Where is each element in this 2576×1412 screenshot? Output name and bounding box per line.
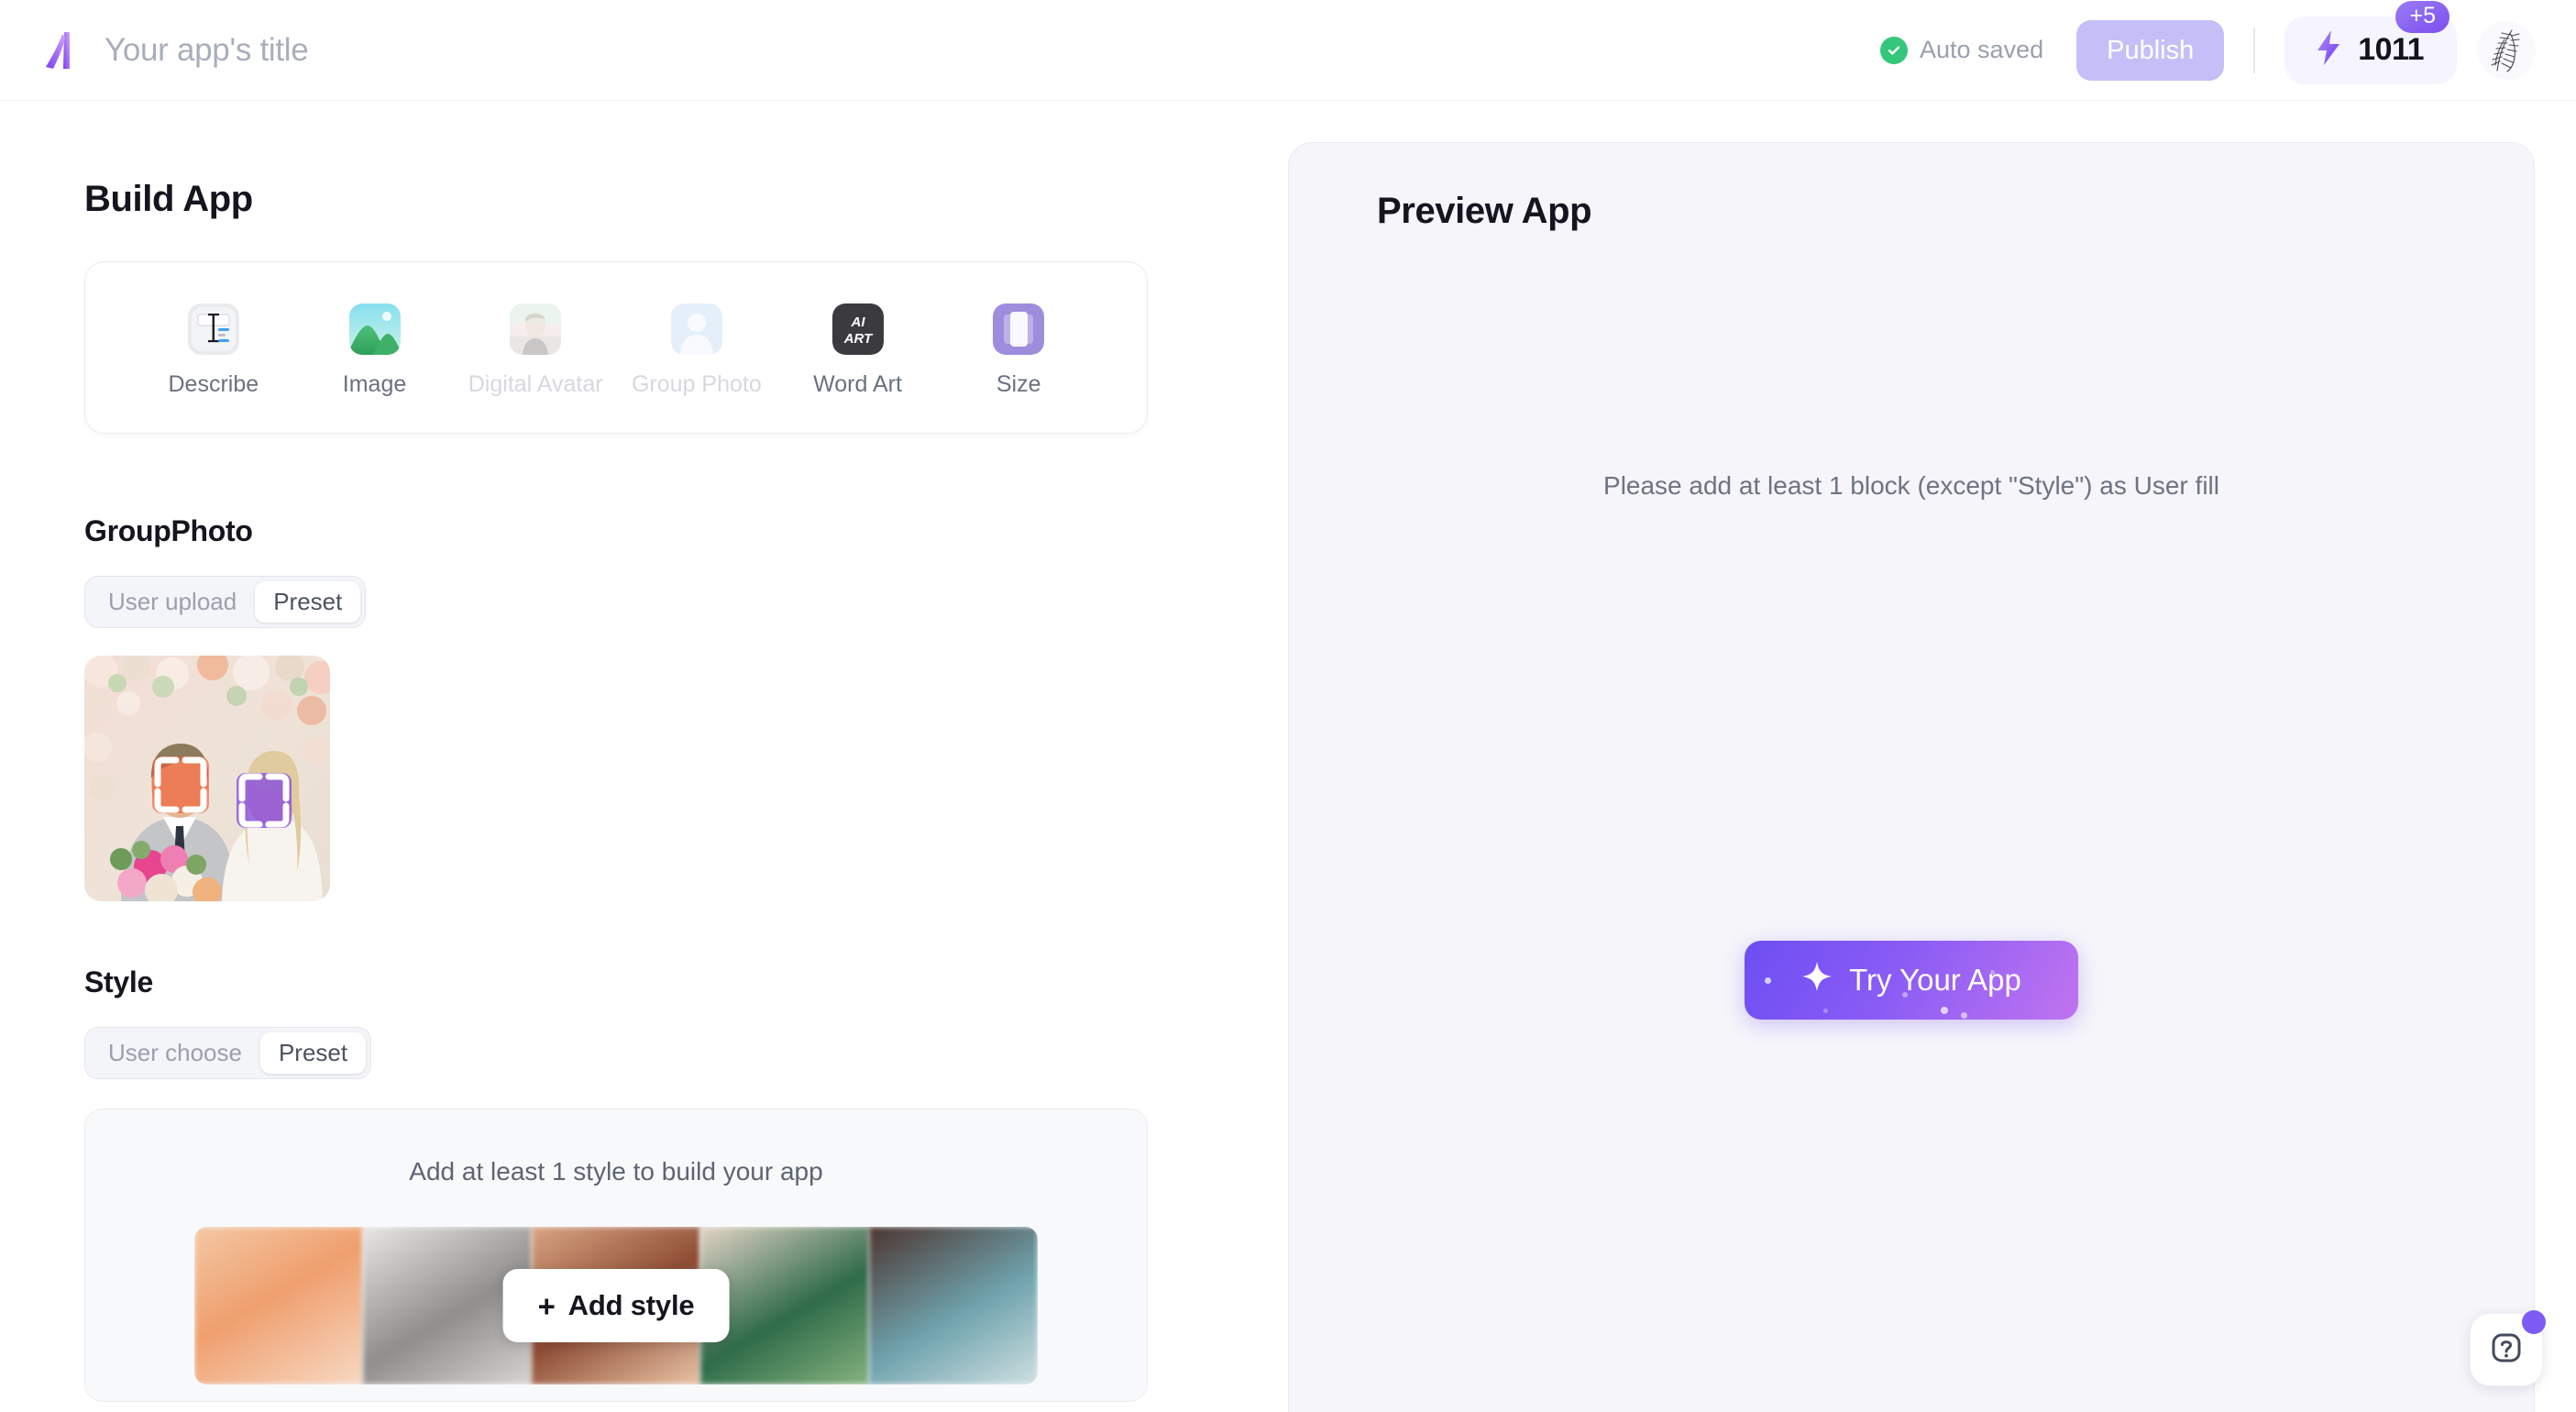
group-photo-icon (670, 303, 722, 355)
add-style-label: Add style (567, 1289, 695, 1321)
preview-app-panel: Preview App Please add at least 1 block … (1288, 142, 2535, 1412)
style-thumbnail[interactable] (194, 1227, 363, 1384)
add-style-button[interactable]: + Add style (502, 1269, 730, 1342)
size-icon (993, 303, 1045, 355)
block-label: Size (996, 371, 1041, 397)
style-panel: Add at least 1 style to build your app +… (84, 1109, 1148, 1402)
svg-text:ART: ART (842, 331, 873, 347)
group-photo-thumbnail[interactable] (84, 656, 330, 901)
group-photo-title: GroupPhoto (84, 514, 253, 547)
block-describe[interactable]: Describe (133, 303, 294, 398)
block-label: Group Photo (631, 371, 762, 397)
credits-value: 1011 (2358, 32, 2424, 67)
publish-button[interactable]: Publish (2076, 19, 2225, 81)
app-header: Your app's title Auto saved Publish 1011… (0, 0, 2576, 101)
plus-icon: + (537, 1288, 556, 1323)
question-mark-icon (2488, 1329, 2525, 1371)
block-image[interactable]: Image (294, 303, 456, 398)
style-source-toggle[interactable]: User choose Preset (84, 1027, 372, 1079)
help-button[interactable] (2470, 1310, 2546, 1386)
header-divider (2253, 27, 2256, 73)
block-group-photo: Group Photo (616, 303, 777, 398)
preview-empty-message: Please add at least 1 block (except "Sty… (1603, 471, 2219, 500)
lightning-bolt-icon (2312, 28, 2345, 72)
block-label: Word Art (813, 371, 902, 397)
try-your-app-button[interactable]: Try Your App (1745, 941, 2078, 1020)
segment-preset[interactable]: Preset (259, 1032, 367, 1074)
style-title: Style (84, 965, 153, 998)
block-word-art[interactable]: AI ART Word Art (777, 303, 939, 398)
block-size[interactable]: Size (938, 303, 1099, 398)
group-photo-section: GroupPhoto User upload Preset (84, 514, 1288, 901)
block-toolbar: Describe Image Digital Avatar Group Phot… (84, 261, 1148, 434)
autosave-status: Auto saved (1880, 36, 2043, 64)
notification-dot (2522, 1310, 2546, 1334)
digital-avatar-icon (510, 303, 562, 355)
try-your-app-label: Try Your App (1849, 963, 2021, 997)
block-label: Describe (168, 371, 259, 397)
build-app-column: Build App Describe Image Digital Avatar … (0, 101, 1288, 1412)
word-art-icon: AI ART (831, 303, 884, 355)
style-section: Style User choose Preset Add at least 1 … (84, 965, 1288, 1402)
style-thumbnail[interactable] (869, 1227, 1038, 1384)
describe-icon (187, 303, 239, 355)
app-logo-icon[interactable] (37, 27, 84, 74)
svg-text:AI: AI (850, 314, 865, 330)
page-title: Build App (84, 179, 253, 219)
style-hint: Add at least 1 style to build your app (409, 1157, 823, 1186)
user-avatar[interactable] (2477, 20, 2536, 80)
check-circle-icon (1880, 36, 1909, 64)
preview-title: Preview App (1377, 191, 1592, 231)
style-thumbnail-strip: + Add style (194, 1227, 1038, 1384)
sparkle-star-icon (1801, 961, 1833, 999)
brand[interactable]: Your app's title (37, 27, 309, 74)
credits-pill[interactable]: 1011 +5 (2284, 0, 2457, 84)
block-label: Image (342, 371, 407, 397)
image-icon (348, 303, 401, 355)
autosave-label: Auto saved (1920, 36, 2044, 63)
credits-bonus-badge: +5 (2395, 0, 2449, 33)
header-actions: Auto saved Publish 1011 +5 (1880, 0, 2536, 84)
segment-preset[interactable]: Preset (255, 581, 361, 623)
segment-user-choose[interactable]: User choose (90, 1032, 260, 1074)
group-photo-source-toggle[interactable]: User upload Preset (84, 576, 367, 628)
block-digital-avatar: Digital Avatar (455, 303, 616, 398)
block-label: Digital Avatar (468, 371, 603, 397)
segment-user-upload[interactable]: User upload (90, 581, 255, 623)
app-title[interactable]: Your app's title (105, 32, 309, 69)
